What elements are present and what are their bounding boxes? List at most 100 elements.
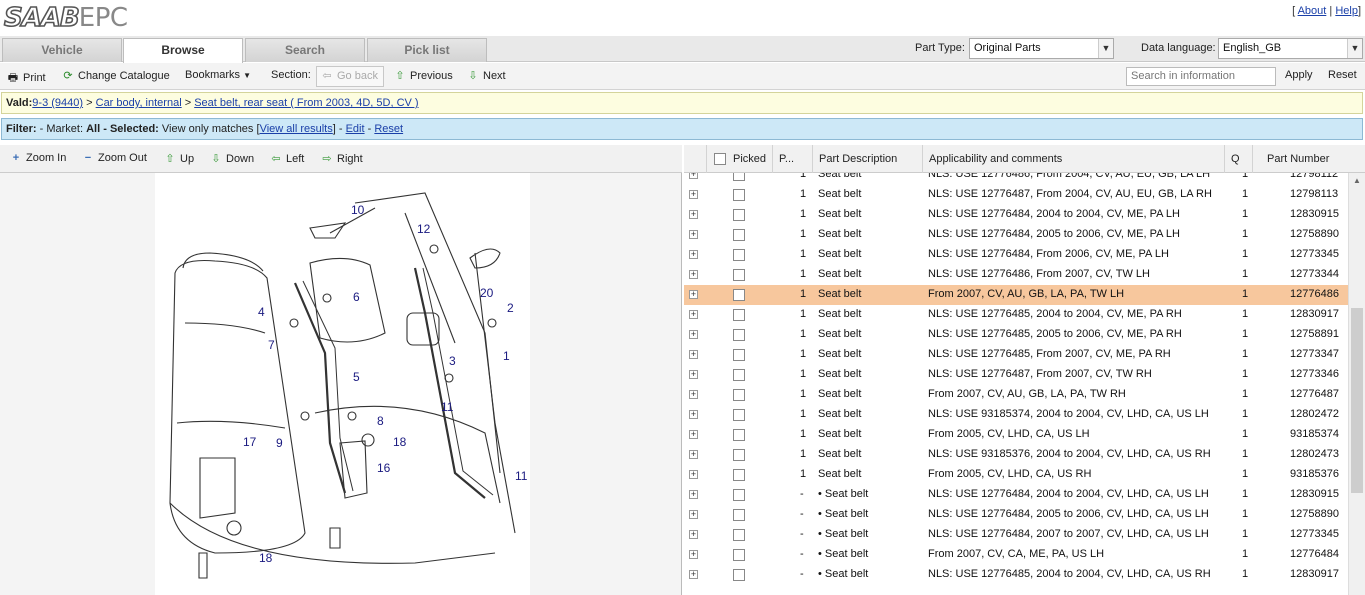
table-row[interactable]: +1 Seat belt From 2005, CV, LHD, CA, US RH… — [684, 465, 1348, 485]
col-part-number[interactable]: Part Number — [1252, 145, 1344, 173]
seat-belt-diagram[interactable]: 10 12 20 2 1 6 4 7 3 5 11 8 9 18 17 16 1… — [155, 173, 530, 595]
picked-checkbox[interactable] — [733, 229, 745, 241]
callout-2[interactable]: 2 — [507, 301, 514, 315]
callout-12[interactable]: 12 — [417, 222, 431, 236]
picked-checkbox[interactable] — [733, 529, 745, 541]
table-row[interactable]: +1 Seat belt NLS: USE 12776485, 2004 to 20… — [684, 305, 1348, 325]
picked-checkbox[interactable] — [733, 509, 745, 521]
search-input[interactable]: Search in information — [1126, 67, 1276, 86]
scroll-up-icon[interactable]: ▲ — [1349, 173, 1365, 189]
expand-icon[interactable]: + — [689, 210, 698, 219]
callout-8[interactable]: 8 — [377, 414, 384, 428]
table-row[interactable]: + - • Seat belt From 2007, CV, CA, ME, PA, … — [684, 545, 1348, 565]
expand-icon[interactable]: + — [689, 173, 698, 179]
picked-checkbox[interactable] — [733, 289, 745, 301]
col-qty[interactable]: Q — [1224, 145, 1252, 173]
reset-button[interactable]: Reset — [1328, 69, 1357, 81]
picked-checkbox[interactable] — [733, 369, 745, 381]
picked-checkbox[interactable] — [733, 429, 745, 441]
help-link[interactable]: Help — [1335, 5, 1358, 17]
callout-11[interactable]: 11 — [441, 400, 454, 414]
pan-left-button[interactable]: ⇦ Left — [269, 152, 304, 165]
picked-checkbox[interactable] — [733, 209, 745, 221]
expand-icon[interactable]: + — [689, 550, 698, 559]
parts-diagram-area[interactable]: 10 12 20 2 1 6 4 7 3 5 11 8 9 18 17 16 1… — [0, 173, 681, 595]
next-button[interactable]: ⇩ Next — [466, 69, 505, 82]
picked-checkbox[interactable] — [733, 469, 745, 481]
apply-button[interactable]: Apply — [1285, 69, 1313, 81]
tab-vehicle[interactable]: Vehicle — [2, 38, 122, 62]
edit-filter-link[interactable]: Edit — [346, 123, 365, 135]
callout-16[interactable]: 16 — [377, 461, 391, 475]
table-scrollbar[interactable]: ▲ — [1348, 173, 1365, 595]
view-all-results-link[interactable]: View all results — [260, 123, 333, 135]
pan-up-button[interactable]: ⇧ Up — [163, 152, 194, 165]
scrollbar-thumb[interactable] — [1351, 308, 1363, 493]
picked-checkbox[interactable] — [733, 569, 745, 581]
change-catalogue-button[interactable]: ⟳ Change Catalogue — [61, 69, 169, 82]
callout-1[interactable]: 1 — [503, 349, 510, 363]
table-row[interactable]: +1 Seat belt NLS: USE 12776485, 2005 to 20… — [684, 325, 1348, 345]
select-all-checkbox[interactable] — [714, 153, 726, 165]
callout-9[interactable]: 9 — [276, 436, 283, 450]
col-pos[interactable]: P... — [772, 145, 812, 173]
breadcrumb-model-link[interactable]: 9-3 (9440) — [32, 97, 83, 109]
picked-checkbox[interactable] — [733, 309, 745, 321]
table-row[interactable]: +1 Seat belt NLS: USE 93185374, 2004 to 20… — [684, 405, 1348, 425]
picked-checkbox[interactable] — [733, 409, 745, 421]
expand-icon[interactable]: + — [689, 430, 698, 439]
expand-icon[interactable]: + — [689, 370, 698, 379]
breadcrumb-section-link[interactable]: Seat belt, rear seat ( From 2003, 4D, 5D… — [194, 97, 418, 109]
expand-icon[interactable]: + — [689, 350, 698, 359]
expand-icon[interactable]: + — [689, 490, 698, 499]
table-row[interactable]: + - • Seat belt NLS: USE 12776484, 2004 to … — [684, 485, 1348, 505]
about-link[interactable]: About — [1298, 5, 1327, 17]
table-row[interactable]: +1 Seat belt NLS: USE 12776484, From 2006,… — [684, 245, 1348, 265]
picked-checkbox[interactable] — [733, 189, 745, 201]
callout-10[interactable]: 10 — [351, 203, 365, 217]
callout-7[interactable]: 7 — [268, 338, 275, 352]
table-row[interactable]: +1 Seat belt NLS: USE 93185376, 2004 to 20… — [684, 445, 1348, 465]
expand-icon[interactable]: + — [689, 290, 698, 299]
picked-checkbox[interactable] — [733, 549, 745, 561]
expand-icon[interactable]: + — [689, 570, 698, 579]
print-button[interactable]: 🖶 Print — [6, 69, 46, 88]
callout-18[interactable]: 18 — [393, 435, 407, 449]
picked-checkbox[interactable] — [733, 349, 745, 361]
callout-5[interactable]: 5 — [353, 370, 360, 384]
col-applicability[interactable]: Applicability and comments — [922, 145, 1224, 173]
expand-icon[interactable]: + — [689, 250, 698, 259]
table-row[interactable]: +1 Seat belt From 2005, CV, LHD, CA, US LH… — [684, 425, 1348, 445]
picked-checkbox[interactable] — [733, 489, 745, 501]
picked-checkbox[interactable] — [733, 389, 745, 401]
expand-icon[interactable]: + — [689, 410, 698, 419]
table-row[interactable]: +1 Seat belt NLS: USE 12776485, From 2007,… — [684, 345, 1348, 365]
callout-11b[interactable]: 11 — [515, 469, 528, 483]
tab-search[interactable]: Search — [245, 38, 365, 62]
callout-3[interactable]: 3 — [449, 354, 456, 368]
col-picked[interactable]: Picked — [706, 145, 772, 173]
zoom-out-button[interactable]: − Zoom Out — [81, 152, 147, 164]
expand-icon[interactable]: + — [689, 450, 698, 459]
table-row[interactable]: +1 Seat belt From 2007, CV, AU, GB, LA, PA… — [684, 285, 1348, 305]
callout-17[interactable]: 17 — [243, 435, 257, 449]
expand-icon[interactable]: + — [689, 310, 698, 319]
col-description[interactable]: Part Description — [812, 145, 922, 173]
expand-icon[interactable]: + — [689, 190, 698, 199]
table-row[interactable]: + - • Seat belt NLS: USE 12776485, 2004 to … — [684, 565, 1348, 585]
go-back-button[interactable]: ⇦ Go back — [320, 69, 378, 82]
table-row[interactable]: +1 Seat belt NLS: USE 12776484, 2004 to 20… — [684, 205, 1348, 225]
callout-18b[interactable]: 18 — [259, 551, 273, 565]
picked-checkbox[interactable] — [733, 173, 745, 181]
expand-icon[interactable]: + — [689, 470, 698, 479]
expand-icon[interactable]: + — [689, 530, 698, 539]
table-row[interactable]: +1 Seat belt From 2007, CV, AU, GB, LA, PA… — [684, 385, 1348, 405]
part-type-select[interactable]: Original Parts ▼ — [969, 38, 1114, 59]
expand-icon[interactable]: + — [689, 390, 698, 399]
tab-browse[interactable]: Browse — [123, 38, 243, 63]
expand-icon[interactable]: + — [689, 270, 698, 279]
tab-pick-list[interactable]: Pick list — [367, 38, 487, 62]
table-row[interactable]: +1 Seat belt NLS: USE 12776487, From 2007,… — [684, 365, 1348, 385]
table-row[interactable]: +1 Seat belt NLS: USE 12776484, 2005 to 20… — [684, 225, 1348, 245]
table-row[interactable]: +1 Seat belt NLS: USE 12776486, From 2007,… — [684, 265, 1348, 285]
